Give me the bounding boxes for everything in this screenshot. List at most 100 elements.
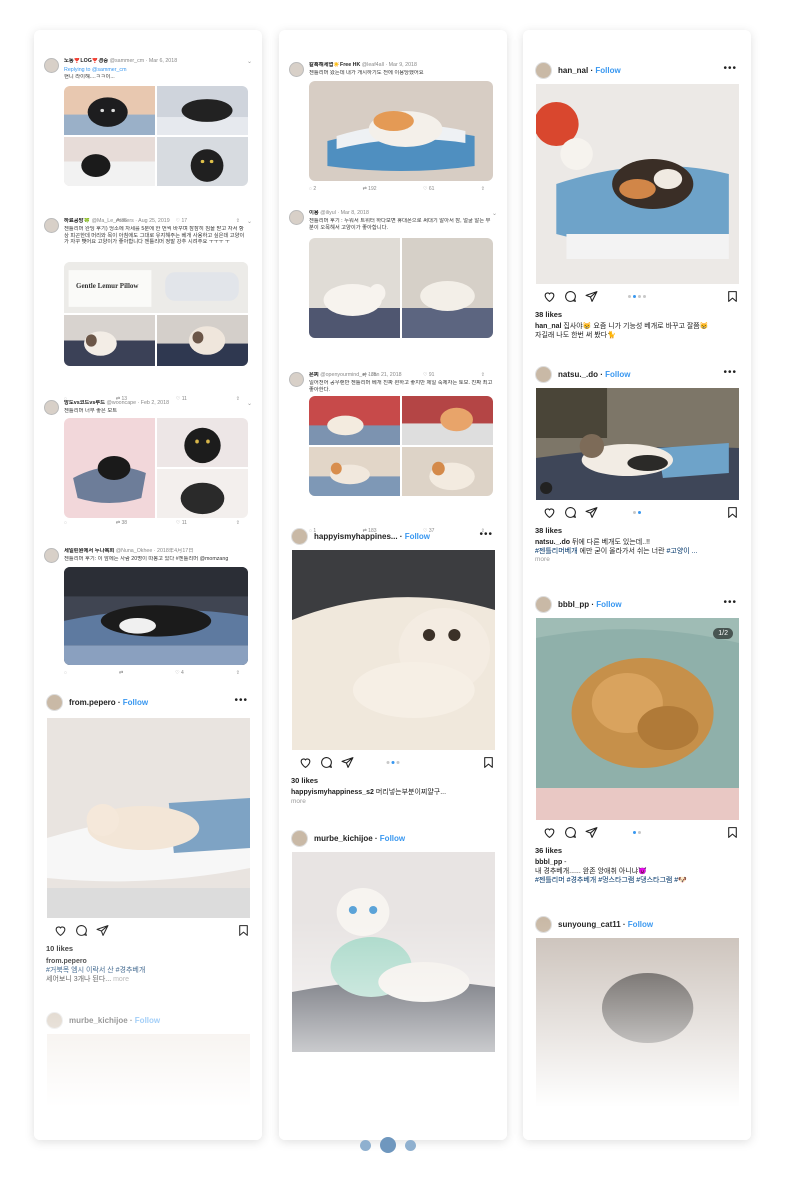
tweet-author[interactable]: 망도vs코드vs루드	[64, 400, 105, 406]
follow-button[interactable]: Follow	[380, 834, 405, 843]
tweet-card[interactable]: 은찌 @openyourmind_ej · Jan 21, 2018 일어천어 …	[279, 372, 507, 534]
avatar[interactable]	[535, 62, 552, 79]
tweet-card[interactable]: 망도vs코드vs루드 @wooncape · Feb 2, 2018 ⌄ 젠틀리…	[34, 400, 262, 530]
caption-tags[interactable]: #젠틀리머 #경추베개 #멍스타그램 #댕스타그램 #🐶	[535, 876, 739, 885]
avatar[interactable]	[44, 548, 59, 563]
post-username[interactable]: sunyoung_cat11	[558, 920, 621, 929]
comment-icon[interactable]	[564, 826, 577, 839]
share-plane-icon[interactable]	[585, 826, 598, 839]
post-photo[interactable]	[536, 618, 739, 820]
post-photo[interactable]	[47, 718, 250, 918]
retweet-icon[interactable]: ⇄ 38	[116, 520, 127, 526]
bookmark-icon[interactable]	[237, 924, 250, 937]
reply-icon[interactable]: ◌ 2	[309, 186, 316, 192]
caption-username[interactable]: happyismyhappiness_s2	[291, 789, 374, 796]
like-icon[interactable]: ♡ 11	[176, 520, 187, 526]
caption-username[interactable]: han_nal	[535, 323, 561, 330]
heart-icon[interactable]	[543, 290, 556, 303]
avatar[interactable]	[535, 596, 552, 613]
pager-dot[interactable]	[405, 1139, 416, 1151]
tweet-author[interactable]: 칼흑해세엽☀️Free HK	[309, 62, 360, 68]
avatar[interactable]	[535, 916, 552, 933]
avatar[interactable]	[44, 400, 59, 415]
tweet-author[interactable]: 세일린원에서 누나복희	[64, 548, 114, 554]
avatar[interactable]	[289, 210, 304, 225]
bookmark-icon[interactable]	[726, 506, 739, 519]
follow-button[interactable]: Follow	[135, 1016, 160, 1025]
pager-dot[interactable]	[360, 1139, 371, 1151]
share-plane-icon[interactable]	[585, 506, 598, 519]
avatar[interactable]	[291, 830, 308, 847]
chevron-down-icon[interactable]: ⌄	[247, 400, 252, 407]
tweet-media[interactable]	[309, 238, 493, 338]
tweet-media[interactable]	[64, 418, 248, 518]
more-link[interactable]: more	[291, 798, 306, 805]
tweet-author[interactable]: 노동❣️LOG❣️경승	[64, 58, 108, 64]
post-username[interactable]: happyismyhappines...	[314, 532, 398, 541]
chevron-down-icon[interactable]: ⌄	[492, 210, 497, 217]
like-icon[interactable]: ♡ 61	[423, 186, 434, 192]
follow-button[interactable]: Follow	[596, 600, 621, 609]
share-plane-icon[interactable]	[341, 756, 354, 769]
caption-username[interactable]: natsu._.do	[535, 539, 570, 546]
comment-icon[interactable]	[320, 756, 333, 769]
tweet-media[interactable]	[64, 86, 248, 186]
reply-icon[interactable]: ◌	[64, 670, 67, 676]
avatar[interactable]	[289, 62, 304, 77]
comment-icon[interactable]	[75, 924, 88, 937]
bookmark-icon[interactable]	[726, 290, 739, 303]
caption-username[interactable]: bbbl_pp	[535, 859, 562, 866]
heart-icon[interactable]	[54, 924, 67, 937]
heart-icon[interactable]	[299, 756, 312, 769]
caption-username[interactable]: from.pepero	[46, 957, 250, 966]
follow-button[interactable]: Follow	[605, 370, 630, 379]
post-photo[interactable]	[536, 938, 739, 1128]
chevron-down-icon[interactable]: ⌄	[247, 58, 252, 65]
share-icon[interactable]: ⇪	[481, 186, 485, 192]
share-plane-icon[interactable]	[96, 924, 109, 937]
more-options-icon[interactable]: •••	[479, 529, 493, 540]
post-username[interactable]: bbbl_pp	[558, 600, 589, 609]
post-username[interactable]: from.pepero	[69, 698, 116, 707]
reply-to[interactable]: Replying to @sammer_cm	[64, 67, 248, 74]
follow-button[interactable]: Follow	[123, 698, 148, 707]
more-options-icon[interactable]: •••	[234, 695, 248, 706]
tweet-media[interactable]	[309, 396, 493, 496]
avatar[interactable]	[44, 58, 59, 73]
avatar[interactable]	[46, 694, 63, 711]
post-username[interactable]: murbe_kichijoe	[69, 1016, 128, 1025]
post-photo[interactable]	[47, 1034, 250, 1134]
comment-icon[interactable]	[564, 290, 577, 303]
caption-tags[interactable]: #거북목 엠시 이락서 산 #경추베개	[46, 966, 250, 975]
chevron-down-icon[interactable]: ⌄	[247, 218, 252, 225]
avatar[interactable]	[44, 218, 59, 233]
tweet-card[interactable]: 칼흑해세엽☀️Free HK @leaf4all · Mar 9, 2018 젠…	[279, 62, 507, 212]
caption-tag[interactable]: #젠틀리머베개	[535, 548, 578, 555]
follow-button[interactable]: Follow	[595, 66, 620, 75]
reply-icon[interactable]: ◌	[64, 520, 67, 526]
more-options-icon[interactable]: •••	[723, 597, 737, 608]
bookmark-icon[interactable]	[482, 756, 495, 769]
tweet-card[interactable]: 세일린원에서 누나복희 @Nuna_Okhee · 2018年4月17日 젠틀리…	[34, 548, 262, 678]
share-icon[interactable]: ⇪	[236, 670, 240, 676]
tweet-card[interactable]: 하료공방🍀 @Ma_Le_Ateliers · Aug 25, 2019 ⌄ 젠…	[34, 218, 262, 408]
post-photo[interactable]	[536, 84, 739, 284]
post-photo[interactable]	[536, 388, 739, 500]
post-photo[interactable]	[292, 550, 495, 750]
more-options-icon[interactable]: •••	[723, 63, 737, 74]
post-username[interactable]: murbe_kichijoe	[314, 834, 373, 843]
tweet-card[interactable]: 노동❣️LOG❣️경승 @sammer_cm · Mar 6, 2018 ⌄ R…	[34, 58, 262, 228]
tweet-media[interactable]: Gentle Lemur Pillow	[64, 262, 248, 366]
retweet-icon[interactable]: ⇄ 192	[363, 186, 377, 192]
retweet-icon[interactable]: ⇄	[119, 670, 123, 676]
more-link[interactable]: more	[113, 976, 129, 983]
share-plane-icon[interactable]	[585, 290, 598, 303]
avatar[interactable]	[535, 366, 552, 383]
tweet-media[interactable]	[309, 81, 493, 181]
avatar[interactable]	[291, 528, 308, 545]
post-username[interactable]: natsu._.do	[558, 370, 598, 379]
tweet-author[interactable]: 이용	[309, 210, 319, 216]
more-options-icon[interactable]: •••	[723, 367, 737, 378]
pager-dot-active[interactable]	[380, 1137, 396, 1153]
tweet-author[interactable]: 하료공방🍀	[64, 218, 90, 224]
